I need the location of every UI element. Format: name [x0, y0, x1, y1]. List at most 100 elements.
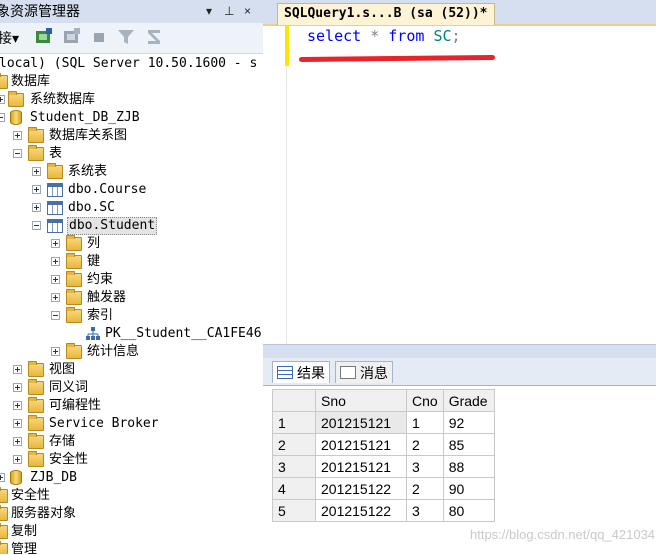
- connect-button[interactable]: 接▾: [0, 27, 19, 49]
- collapse-minus-icon[interactable]: [51, 311, 60, 320]
- tree-node[interactable]: 数据库关系图: [0, 127, 263, 145]
- expand-plus-icon[interactable]: [13, 419, 22, 428]
- expand-plus-icon[interactable]: [13, 437, 22, 446]
- tab-messages[interactable]: 消息: [335, 361, 393, 383]
- collapse-minus-icon[interactable]: [13, 149, 22, 158]
- sql-keyword-from: from: [388, 27, 425, 45]
- column-header-cno[interactable]: Cno: [406, 389, 444, 412]
- tree-node[interactable]: 视图: [0, 361, 263, 379]
- pin-icon[interactable]: ⊥: [224, 0, 234, 23]
- cell-cno[interactable]: 3: [406, 455, 444, 478]
- tree-node[interactable]: Student_DB_ZJB: [0, 109, 263, 127]
- row-number-cell[interactable]: 3: [272, 455, 316, 478]
- tab-results[interactable]: 结果: [272, 361, 330, 383]
- table-row[interactable]: 1 201215121 1 92: [272, 411, 495, 434]
- tree-node[interactable]: 索引: [0, 307, 263, 325]
- tree-node[interactable]: 存储: [0, 433, 263, 451]
- tree-node[interactable]: 约束: [0, 271, 263, 289]
- tree-node[interactable]: 管理: [0, 541, 263, 554]
- filter-icon[interactable]: [116, 27, 136, 47]
- expand-plus-icon[interactable]: [13, 401, 22, 410]
- expand-plus-icon[interactable]: [13, 365, 22, 374]
- cell-cno[interactable]: 3: [406, 499, 444, 522]
- cell-grade[interactable]: 92: [442, 411, 495, 434]
- cell-cno[interactable]: 2: [406, 477, 444, 500]
- collapse-minus-icon[interactable]: [32, 221, 41, 230]
- cell-grade[interactable]: 80: [442, 499, 495, 522]
- tree-node[interactable]: 服务器对象: [0, 505, 263, 523]
- connect-server-icon[interactable]: [34, 27, 54, 47]
- tab-sqlquery1[interactable]: SQLQuery1.s...B (sa (52))*: [277, 3, 495, 25]
- tree-node[interactable]: dbo.Course: [0, 181, 263, 199]
- tree-node[interactable]: 统计信息: [0, 343, 263, 361]
- cell-sno[interactable]: 201215121: [315, 455, 407, 478]
- tree-node[interactable]: 系统表: [0, 163, 263, 181]
- row-number-cell[interactable]: 1: [272, 411, 316, 434]
- row-number-cell[interactable]: 5: [272, 499, 316, 522]
- tree-node[interactable]: 系统数据库: [0, 91, 263, 109]
- tree-node[interactable]: 安全性: [0, 451, 263, 469]
- expand-plus-icon[interactable]: [51, 239, 60, 248]
- tree-node-label: 安全性: [11, 488, 51, 503]
- tree-node[interactable]: 可编程性: [0, 397, 263, 415]
- tree-node[interactable]: PK__Student__CA1FE46: [0, 325, 263, 343]
- table-row[interactable]: 5 201215122 3 80: [272, 499, 495, 522]
- expand-plus-icon[interactable]: [51, 347, 60, 356]
- cell-grade[interactable]: 88: [442, 455, 495, 478]
- expand-plus-icon[interactable]: [32, 185, 41, 194]
- cell-grade[interactable]: 85: [442, 433, 495, 456]
- expand-plus-icon[interactable]: [0, 473, 5, 482]
- tree-node[interactable]: 复制: [0, 523, 263, 541]
- red-underline-annotation: [298, 54, 496, 63]
- table-row[interactable]: 2 201215121 2 85: [272, 433, 495, 456]
- folder-icon: [28, 451, 44, 467]
- expand-plus-icon[interactable]: [51, 257, 60, 266]
- tree-node[interactable]: 键: [0, 253, 263, 271]
- close-icon[interactable]: ×: [244, 0, 251, 23]
- tree-node[interactable]: dbo.Student: [0, 217, 263, 235]
- tree-node[interactable]: 数据库: [0, 73, 263, 91]
- tree-node[interactable]: 安全性: [0, 487, 263, 505]
- cell-cno[interactable]: 1: [406, 411, 444, 434]
- cell-sno[interactable]: 201215122: [315, 499, 407, 522]
- stop-icon[interactable]: [90, 27, 110, 47]
- sql-editor[interactable]: select * from SC;: [263, 26, 656, 344]
- tree-node[interactable]: ZJB_DB: [0, 469, 263, 487]
- cell-sno[interactable]: 201215121: [315, 411, 407, 434]
- dropdown-arrow-icon[interactable]: ▾: [206, 0, 212, 23]
- results-grid[interactable]: Sno Cno Grade 1 201215121 1 92 2 201215121 2 85…: [272, 389, 495, 522]
- expand-plus-icon[interactable]: [13, 131, 22, 140]
- column-header-sno[interactable]: Sno: [315, 389, 407, 412]
- tree-node[interactable]: 同义词: [0, 379, 263, 397]
- cell-sno[interactable]: 201215122: [315, 477, 407, 500]
- cell-grade[interactable]: 90: [442, 477, 495, 500]
- pane-splitter[interactable]: [263, 344, 656, 359]
- collapse-minus-icon[interactable]: [0, 113, 5, 122]
- column-header-grade[interactable]: Grade: [442, 389, 495, 412]
- row-number-cell[interactable]: 4: [272, 477, 316, 500]
- expand-plus-icon[interactable]: [32, 203, 41, 212]
- refresh-icon[interactable]: [144, 27, 164, 47]
- sql-code-line[interactable]: select * from SC;: [307, 26, 461, 46]
- expand-plus-icon[interactable]: [13, 383, 22, 392]
- tree-node[interactable]: dbo.SC: [0, 199, 263, 217]
- tree-node[interactable]: 表: [0, 145, 263, 163]
- expand-plus-icon[interactable]: [51, 293, 60, 302]
- table-row[interactable]: 3 201215121 3 88: [272, 455, 495, 478]
- object-explorer-toolbar: 接▾: [0, 23, 263, 54]
- cell-cno[interactable]: 2: [406, 433, 444, 456]
- expand-plus-icon[interactable]: [0, 95, 5, 104]
- cell-sno[interactable]: 201215121: [315, 433, 407, 456]
- row-number-cell[interactable]: 2: [272, 433, 316, 456]
- table-row[interactable]: 4 201215122 2 90: [272, 477, 495, 500]
- grid-corner-cell[interactable]: [272, 389, 316, 412]
- table-icon: [47, 201, 63, 215]
- tree-node[interactable]: 触发器: [0, 289, 263, 307]
- expand-plus-icon[interactable]: [32, 167, 41, 176]
- tree-node[interactable]: Service Broker: [0, 415, 263, 433]
- disconnect-icon[interactable]: [62, 27, 82, 47]
- expand-plus-icon[interactable]: [51, 275, 60, 284]
- expand-plus-icon[interactable]: [13, 455, 22, 464]
- tree-node[interactable]: 列: [0, 235, 263, 253]
- tree-node[interactable]: local) (SQL Server 10.50.1600 - s: [0, 55, 263, 73]
